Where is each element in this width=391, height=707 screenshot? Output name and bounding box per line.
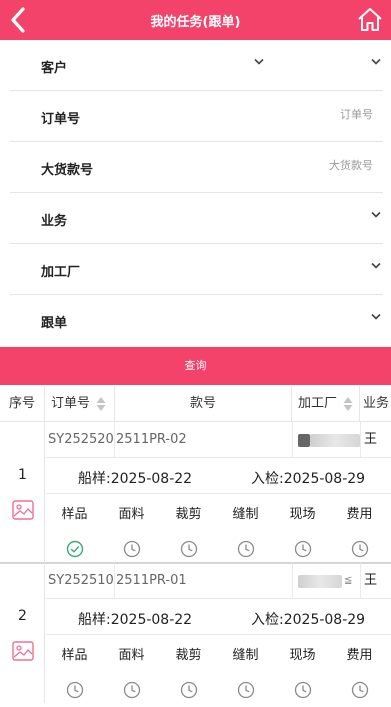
customer-select[interactable]: 客户 bbox=[10, 40, 383, 91]
inspection-date: 入检:2025-08-29 bbox=[251, 471, 366, 487]
order-no-cell: SY252520 bbox=[48, 432, 114, 447]
order-no-input[interactable]: 订单号 bbox=[340, 106, 373, 122]
clock-icon bbox=[294, 540, 311, 558]
header-order-no-label: 订单号 bbox=[51, 396, 91, 411]
filter-form: 客户 订单号 订单号 大货款号 大货款号 业务 加工厂 跟单 bbox=[0, 40, 391, 346]
image-icon[interactable] bbox=[12, 500, 34, 520]
order-no-cell: SY252510 bbox=[48, 573, 114, 588]
step-fabric[interactable]: 面料 bbox=[103, 635, 160, 699]
step-label: 缝制 bbox=[232, 648, 259, 663]
row-dates: 船样:2025-08-22 入检:2025-08-29 bbox=[46, 458, 391, 494]
step-sewing[interactable]: 缝制 bbox=[217, 635, 274, 699]
step-label: 样品 bbox=[61, 648, 88, 663]
chevron-down-icon bbox=[371, 262, 381, 269]
step-label: 费用 bbox=[346, 648, 373, 663]
factory-select[interactable]: 加工厂 bbox=[10, 244, 383, 295]
bulk-style-label: 大货款号 bbox=[41, 163, 94, 178]
clock-icon bbox=[180, 681, 197, 699]
table-row[interactable]: 2 SY252510 2511PR-01 ≦ 王 船样:2025-08-22 入… bbox=[0, 563, 391, 703]
customer-label: 客户 bbox=[41, 61, 68, 76]
style-no-cell: 2511PR-02 bbox=[116, 432, 187, 447]
query-button[interactable]: 查询 bbox=[0, 347, 391, 385]
clock-icon bbox=[294, 681, 311, 699]
clock-icon bbox=[351, 681, 368, 699]
progress-steps: 样品 面料 裁剪 缝制 现场 费用 bbox=[46, 635, 391, 703]
business-cell: 王 bbox=[364, 432, 378, 447]
page-title: 我的任务(跟单) bbox=[150, 15, 241, 30]
row-index: 2 bbox=[18, 608, 27, 624]
step-sample[interactable]: 样品 bbox=[46, 494, 103, 558]
header-factory-label: 加工厂 bbox=[298, 396, 338, 411]
order-no-label: 订单号 bbox=[41, 112, 81, 127]
step-label: 样品 bbox=[61, 507, 88, 522]
factory-suffix: ≦ bbox=[344, 575, 353, 586]
row-main-line: SY252520 2511PR-02 王 bbox=[46, 422, 391, 458]
clock-icon bbox=[237, 540, 254, 558]
clock-icon bbox=[237, 681, 254, 699]
table-row[interactable]: 1 SY252520 2511PR-02 王 船样:2025-08-22 入检:… bbox=[0, 422, 391, 562]
bulk-style-input[interactable]: 大货款号 bbox=[329, 157, 373, 173]
sort-icon[interactable] bbox=[343, 396, 353, 412]
step-onsite[interactable]: 现场 bbox=[274, 494, 331, 558]
business-label: 业务 bbox=[41, 214, 68, 229]
clock-icon bbox=[123, 681, 140, 699]
follower-label: 跟单 bbox=[41, 316, 68, 331]
step-cost[interactable]: 费用 bbox=[331, 635, 388, 699]
clock-icon bbox=[180, 540, 197, 558]
check-circle-icon bbox=[66, 540, 83, 558]
row-main-line: SY252510 2511PR-01 ≦ 王 bbox=[46, 563, 391, 599]
follower-select[interactable]: 跟单 bbox=[10, 295, 383, 346]
table-header: 序号 订单号 款号 加工厂 业务 bbox=[0, 386, 391, 422]
step-label: 面料 bbox=[118, 648, 145, 663]
step-sewing[interactable]: 缝制 bbox=[217, 494, 274, 558]
step-label: 费用 bbox=[346, 507, 373, 522]
order-no-field[interactable]: 订单号 订单号 bbox=[10, 91, 383, 142]
step-label: 现场 bbox=[289, 648, 316, 663]
style-no-cell: 2511PR-01 bbox=[116, 573, 187, 588]
sort-icon[interactable] bbox=[96, 396, 106, 412]
row-index: 1 bbox=[18, 467, 27, 483]
factory-cell-redacted bbox=[298, 434, 310, 447]
progress-steps: 样品 面料 裁剪 缝制 现场 费用 bbox=[46, 494, 391, 562]
business-cell: 王 bbox=[364, 573, 378, 588]
step-cost[interactable]: 费用 bbox=[331, 494, 388, 558]
factory-cell-redacted bbox=[298, 575, 342, 588]
header-index: 序号 bbox=[0, 386, 45, 422]
chevron-down-icon bbox=[371, 211, 381, 218]
clock-icon bbox=[123, 540, 140, 558]
step-label: 缝制 bbox=[232, 507, 259, 522]
clock-icon bbox=[351, 540, 368, 558]
business-select[interactable]: 业务 bbox=[10, 193, 383, 244]
step-onsite[interactable]: 现场 bbox=[274, 635, 331, 699]
header-business: 业务 bbox=[363, 396, 390, 411]
step-cutting[interactable]: 裁剪 bbox=[160, 635, 217, 699]
step-label: 裁剪 bbox=[175, 648, 202, 663]
row-left-column: 1 bbox=[0, 422, 45, 562]
ship-sample-date: 船样:2025-08-22 bbox=[78, 471, 193, 487]
header-style-no: 款号 bbox=[115, 386, 292, 422]
ship-sample-date: 船样:2025-08-22 bbox=[78, 612, 193, 628]
step-label: 面料 bbox=[118, 507, 145, 522]
chevron-down-icon bbox=[254, 58, 264, 65]
chevron-down-icon bbox=[371, 313, 381, 320]
inspection-date: 入检:2025-08-29 bbox=[251, 612, 366, 628]
step-label: 现场 bbox=[289, 507, 316, 522]
row-left-column: 2 bbox=[0, 563, 45, 703]
factory-label: 加工厂 bbox=[41, 265, 81, 280]
home-icon[interactable] bbox=[357, 6, 383, 32]
step-fabric[interactable]: 面料 bbox=[103, 494, 160, 558]
step-sample[interactable]: 样品 bbox=[46, 635, 103, 699]
factory-cell-redacted bbox=[310, 434, 360, 447]
step-label: 裁剪 bbox=[175, 507, 202, 522]
app-header: 我的任务(跟单) bbox=[0, 0, 391, 40]
image-icon[interactable] bbox=[12, 641, 34, 661]
row-dates: 船样:2025-08-22 入检:2025-08-29 bbox=[46, 599, 391, 635]
step-cutting[interactable]: 裁剪 bbox=[160, 494, 217, 558]
clock-icon bbox=[66, 681, 83, 699]
chevron-down-icon bbox=[371, 58, 381, 65]
bulk-style-field[interactable]: 大货款号 大货款号 bbox=[10, 142, 383, 193]
